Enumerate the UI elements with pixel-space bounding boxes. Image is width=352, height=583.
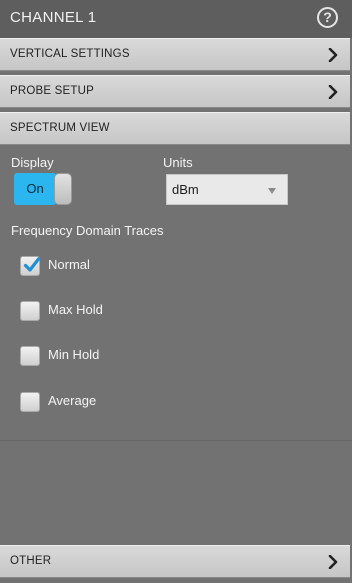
section-vertical-settings[interactable]: VERTICAL SETTINGS <box>0 38 350 71</box>
chevron-right-icon <box>328 85 338 99</box>
checkbox-average[interactable] <box>20 392 40 412</box>
divider <box>0 440 352 441</box>
section-probe-setup[interactable]: PROBE SETUP <box>0 75 350 108</box>
units-label: Units <box>163 155 193 170</box>
section-label-vertical-settings: VERTICAL SETTINGS <box>10 48 130 60</box>
checkbox-label-average: Average <box>48 393 97 408</box>
section-spectrum-view[interactable]: SPECTRUM VIEW <box>0 112 350 145</box>
checkbox-label-max-hold: Max Hold <box>48 302 103 317</box>
section-label-spectrum-view: SPECTRUM VIEW <box>10 122 110 134</box>
checkbox-max-hold[interactable] <box>20 301 40 321</box>
toggle-on-label: On <box>14 173 56 205</box>
chevron-right-icon <box>328 48 338 62</box>
units-selected-value: dBm <box>172 182 199 197</box>
section-other[interactable]: OTHER <box>0 545 350 578</box>
panel-title: CHANNEL 1 <box>10 9 97 26</box>
checkbox-label-min-hold: Min Hold <box>48 347 100 362</box>
section-label-probe-setup: PROBE SETUP <box>10 85 94 97</box>
traces-heading: Frequency Domain Traces <box>11 223 164 238</box>
section-label-other: OTHER <box>10 555 52 567</box>
checkbox-label-normal: Normal <box>48 257 90 272</box>
checkbox-min-hold[interactable] <box>20 346 40 366</box>
display-label: Display <box>11 155 54 170</box>
title-bar: CHANNEL 1 ? <box>0 0 352 38</box>
checkbox-normal[interactable] <box>20 256 41 276</box>
chevron-right-icon <box>328 555 338 569</box>
help-icon[interactable]: ? <box>317 7 338 28</box>
chevron-down-icon <box>268 188 276 194</box>
toggle-knob[interactable] <box>54 173 72 205</box>
display-toggle[interactable]: On <box>14 173 72 205</box>
checkmark-icon <box>23 257 41 272</box>
units-select[interactable]: dBm <box>166 174 288 205</box>
channel-settings-panel: CHANNEL 1 ? VERTICAL SETTINGS PROBE SETU… <box>0 0 352 583</box>
